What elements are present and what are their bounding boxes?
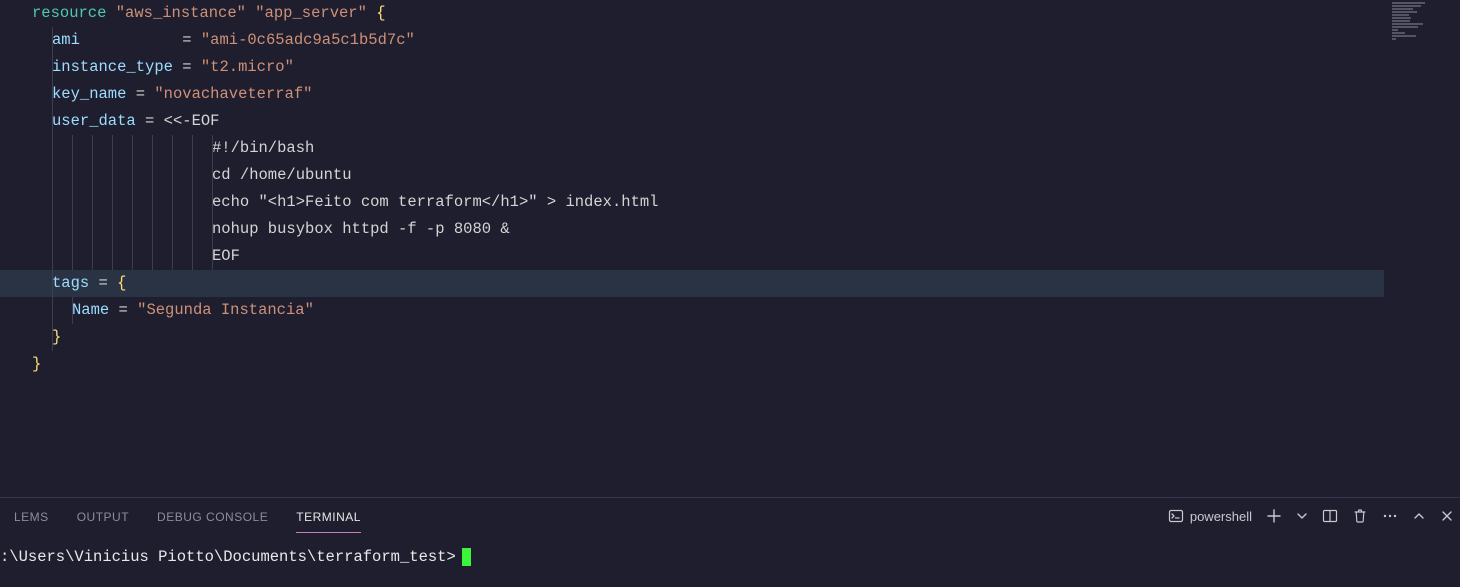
code-line[interactable]: ami = "ami-0c65adc9a5c1b5d7c" [0, 27, 1384, 54]
code-line[interactable]: key_name = "novachaveterraf" [0, 81, 1384, 108]
code-line[interactable]: EOF [0, 243, 1384, 270]
chevron-down-icon [1296, 510, 1308, 522]
code-editor[interactable]: resource "aws_instance" "app_server" {am… [0, 0, 1384, 378]
shell-selector[interactable]: powershell [1168, 508, 1252, 524]
code-line[interactable]: } [0, 324, 1384, 351]
trash-icon [1352, 508, 1368, 524]
terminal-cursor [462, 548, 471, 566]
kill-terminal-button[interactable] [1352, 508, 1368, 524]
close-icon [1440, 509, 1454, 523]
terminal[interactable]: :\Users\Vinicius Piotto\Documents\terraf… [0, 534, 1460, 566]
terminal-dropdown[interactable] [1296, 510, 1308, 522]
code-line[interactable]: cd /home/ubuntu [0, 162, 1384, 189]
terminal-icon [1168, 508, 1184, 524]
tab-problems[interactable]: LEMS [0, 500, 63, 532]
new-terminal-button[interactable] [1266, 508, 1282, 524]
shell-label: powershell [1190, 509, 1252, 524]
code-line[interactable]: resource "aws_instance" "app_server" { [0, 0, 1384, 27]
tab-debug-console[interactable]: DEBUG CONSOLE [143, 500, 282, 532]
terminal-prompt: :\Users\Vinicius Piotto\Documents\terraf… [0, 548, 456, 566]
tab-terminal[interactable]: TERMINAL [282, 500, 375, 532]
code-line[interactable]: #!/bin/bash [0, 135, 1384, 162]
code-line[interactable]: echo "<h1>Feito com terraform</h1>" > in… [0, 189, 1384, 216]
bottom-panel: LEMS OUTPUT DEBUG CONSOLE TERMINAL power… [0, 497, 1460, 587]
ellipsis-icon [1382, 508, 1398, 524]
code-line[interactable]: Name = "Segunda Instancia" [0, 297, 1384, 324]
close-panel-button[interactable] [1440, 509, 1454, 523]
tab-output[interactable]: OUTPUT [63, 500, 143, 532]
code-line[interactable]: tags = { [0, 270, 1384, 297]
more-actions-button[interactable] [1382, 508, 1398, 524]
split-terminal-button[interactable] [1322, 508, 1338, 524]
editor-area[interactable]: resource "aws_instance" "app_server" {am… [0, 0, 1460, 497]
chevron-up-icon [1412, 509, 1426, 523]
code-line[interactable]: nohup busybox httpd -f -p 8080 & [0, 216, 1384, 243]
minimap[interactable] [1392, 2, 1452, 40]
panel-actions: powershell [1168, 498, 1454, 534]
code-line[interactable]: } [0, 351, 1384, 378]
code-line[interactable]: user_data = <<-EOF [0, 108, 1384, 135]
split-icon [1322, 508, 1338, 524]
maximize-panel-button[interactable] [1412, 509, 1426, 523]
code-line[interactable]: instance_type = "t2.micro" [0, 54, 1384, 81]
plus-icon [1266, 508, 1282, 524]
